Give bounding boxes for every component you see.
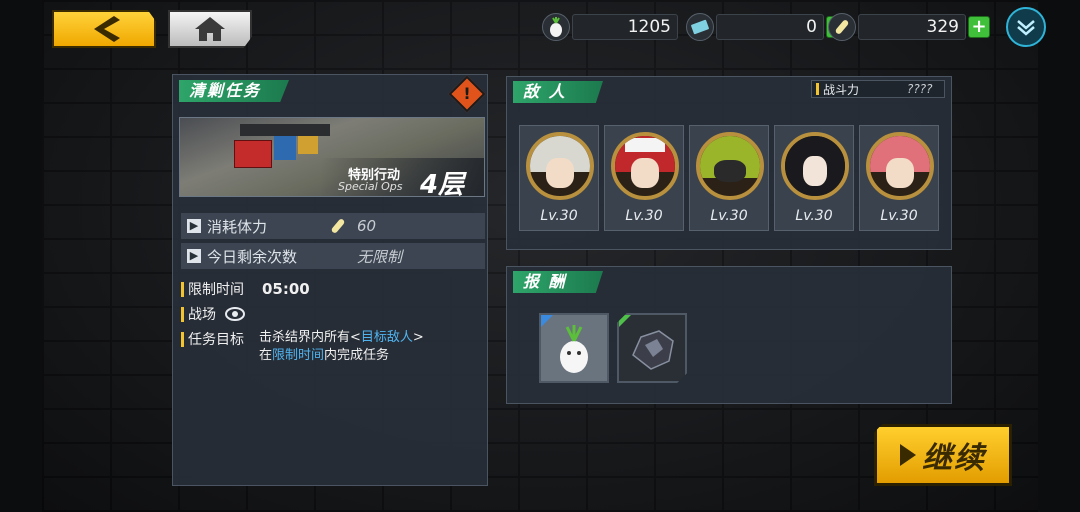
continue-button[interactable]: 继续 bbox=[874, 424, 1012, 486]
enemy-card[interactable]: Lv.30 bbox=[604, 125, 684, 231]
enemy-card[interactable]: Lv.30 bbox=[774, 125, 854, 231]
mission-floor: 4层 bbox=[420, 170, 465, 197]
mission-panel: 清剿任务 ! 特别行动 Special Ops 4层 ▶ 消耗体力 60 ▶ 今… bbox=[172, 74, 488, 486]
enemy-card[interactable]: Lv.30 bbox=[519, 125, 599, 231]
reward-item-ore[interactable] bbox=[617, 313, 687, 383]
enemy-portrait bbox=[866, 132, 934, 200]
objective-line1-suffix: > bbox=[412, 330, 424, 345]
objective-target-link: 目标敌人 bbox=[360, 330, 413, 345]
arrow-right-icon: ▶ bbox=[187, 219, 201, 233]
battlefield-row: 战场 bbox=[181, 304, 246, 324]
time-limit-label: 限制时间 bbox=[188, 282, 244, 298]
combat-power: 战斗力 ???? bbox=[811, 80, 945, 98]
daily-remaining-value: 无限制 bbox=[357, 247, 403, 266]
objective-line2-suffix: 内完成任务 bbox=[324, 348, 390, 363]
objective-line1-prefix: 击杀结界内所有< bbox=[259, 330, 361, 345]
enemy-level: Lv.30 bbox=[795, 208, 833, 224]
menu-button[interactable] bbox=[1006, 7, 1046, 47]
stamina-cost-row: ▶ 消耗体力 60 bbox=[181, 213, 485, 239]
play-icon bbox=[900, 444, 916, 466]
energy-resource: 329 + bbox=[828, 13, 990, 41]
tickets-resource: 0 + bbox=[686, 13, 848, 41]
time-limit-value: 05:00 bbox=[262, 280, 310, 298]
eye-icon[interactable] bbox=[224, 306, 246, 322]
continue-label: 继续 bbox=[922, 441, 986, 476]
enemies-panel: 敌 人 战斗力 ???? Lv.30 Lv.30 Lv.30 Lv.30 Lv.… bbox=[506, 76, 952, 250]
ticket-icon bbox=[686, 13, 714, 41]
bullet-bar bbox=[181, 281, 184, 297]
enemy-level: Lv.30 bbox=[540, 208, 578, 224]
combat-power-label: 战斗力 bbox=[823, 82, 860, 97]
daily-remaining-row: ▶ 今日剩余次数 无限制 bbox=[181, 243, 485, 269]
combat-power-value: ???? bbox=[907, 82, 933, 96]
enemy-level: Lv.30 bbox=[880, 208, 918, 224]
stamina-cost-label: 消耗体力 bbox=[207, 217, 268, 236]
time-limit-row: 限制时间 05:00 bbox=[181, 279, 310, 299]
enemy-card[interactable]: Lv.30 bbox=[859, 125, 939, 231]
enemies-title: 敌 人 bbox=[513, 81, 603, 103]
rewards-panel: 报 酬 bbox=[506, 266, 952, 404]
stamina-resource: 1205 bbox=[542, 13, 678, 41]
enemy-portrait bbox=[526, 132, 594, 200]
enemy-portrait bbox=[611, 132, 679, 200]
mission-image-label-en: Special Ops bbox=[338, 180, 403, 193]
battlefield-label: 战场 bbox=[188, 307, 216, 323]
objective-text: 击杀结界内所有<目标敌人> 在限制时间内完成任务 bbox=[259, 329, 424, 365]
enemy-portrait bbox=[696, 132, 764, 200]
reward-item-doll[interactable] bbox=[539, 313, 609, 383]
enemy-level: Lv.30 bbox=[625, 208, 663, 224]
objective-time-link: 限制时间 bbox=[272, 348, 325, 363]
stamina-value: 1205 bbox=[572, 14, 678, 40]
warning-icon: ! bbox=[448, 75, 486, 113]
home-icon bbox=[195, 17, 225, 41]
enemy-portrait bbox=[781, 132, 849, 200]
arrow-right-icon: ▶ bbox=[187, 249, 201, 263]
add-energy-button[interactable]: + bbox=[968, 16, 990, 38]
chevron-down-icon bbox=[1017, 20, 1035, 36]
daily-remaining-label: 今日剩余次数 bbox=[207, 247, 298, 266]
stamina-cost-value: 60 bbox=[357, 217, 377, 235]
rewards-title: 报 酬 bbox=[513, 271, 603, 293]
enemy-card[interactable]: Lv.30 bbox=[689, 125, 769, 231]
mission-title: 清剿任务 bbox=[179, 80, 289, 102]
mission-image: 特别行动 Special Ops 4层 bbox=[179, 117, 485, 197]
enemy-level: Lv.30 bbox=[710, 208, 748, 224]
objective-line2-prefix: 在 bbox=[259, 348, 273, 363]
tickets-value: 0 bbox=[716, 14, 824, 40]
bullet-bar bbox=[816, 83, 819, 95]
rarity-corner-blue bbox=[541, 315, 553, 327]
sprout-doll-icon bbox=[542, 13, 570, 41]
home-button[interactable] bbox=[168, 10, 252, 48]
bullet-bar bbox=[181, 331, 184, 347]
energy-vial-icon bbox=[331, 219, 345, 233]
chevron-left-icon bbox=[94, 16, 120, 42]
objective-label-row: 任务目标 bbox=[181, 329, 244, 349]
rarity-corner-green bbox=[619, 315, 631, 327]
back-button[interactable] bbox=[52, 10, 156, 48]
bullet-bar bbox=[181, 306, 184, 322]
energy-value: 329 bbox=[858, 14, 966, 40]
energy-vial-icon bbox=[828, 13, 856, 41]
objective-label: 任务目标 bbox=[188, 332, 244, 348]
